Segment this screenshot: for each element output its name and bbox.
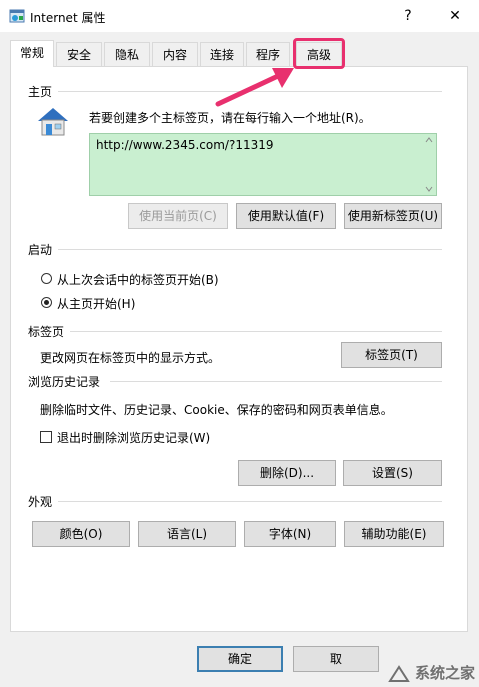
startup-home-page-label: 从主页开始(H) (57, 297, 136, 311)
startup-divider (58, 249, 442, 250)
use-current-button[interactable]: 使用当前页(C) (128, 203, 228, 229)
startup-last-session-label: 从上次会话中的标签页开始(B) (57, 273, 219, 287)
tabs-divider (70, 331, 442, 332)
watermark-logo: 系统之家 (387, 662, 475, 683)
use-default-button[interactable]: 使用默认值(F) (236, 203, 336, 229)
startup-home-page-radio[interactable] (41, 297, 52, 308)
ok-button[interactable]: 确定 (197, 646, 283, 672)
scroll-down-icon[interactable] (425, 186, 433, 192)
scroll-up-icon[interactable] (425, 137, 433, 143)
tab-general[interactable]: 常规 (10, 40, 54, 67)
history-heading: 浏览历史记录 (28, 375, 101, 389)
home-page-textarea[interactable]: http://www.2345.com/?11319 (89, 133, 437, 196)
colors-button[interactable]: 颜色(O) (32, 521, 130, 547)
tabs-description: 更改网页在标签页中的显示方式。 (40, 351, 221, 365)
tabs-button[interactable]: 标签页(T) (341, 342, 442, 368)
tab-privacy[interactable]: 隐私 (104, 42, 150, 66)
home-page-heading: 主页 (28, 85, 53, 99)
startup-heading: 启动 (28, 243, 53, 257)
delete-history-on-exit-label: 退出时删除浏览历史记录(W) (57, 431, 211, 445)
internet-options-icon (9, 9, 25, 23)
home-icon (38, 108, 68, 136)
annotation-arrow-icon (215, 68, 294, 107)
watermark-logo-icon (387, 664, 410, 682)
home-page-instruction: 若要创建多个主标签页，请在每行输入一个地址(R)。 (89, 111, 371, 125)
title-bar: Internet 属性 ? ✕ (0, 0, 479, 32)
close-button[interactable]: ✕ (435, 0, 475, 32)
tabs-heading: 标签页 (28, 325, 65, 339)
textarea-scrollbar[interactable] (422, 134, 436, 195)
use-new-tab-button[interactable]: 使用新标签页(U) (344, 203, 442, 229)
window-title: Internet 属性 (30, 11, 106, 25)
languages-button[interactable]: 语言(L) (138, 521, 236, 547)
delete-history-on-exit-checkbox[interactable] (40, 431, 52, 443)
history-description: 删除临时文件、历史记录、Cookie、保存的密码和网页表单信息。 (40, 403, 393, 417)
delete-history-button[interactable]: 删除(D)... (238, 460, 336, 486)
help-button[interactable]: ? (388, 0, 428, 32)
home-page-url: http://www.2345.com/?11319 (96, 138, 274, 152)
tab-security[interactable]: 安全 (56, 42, 102, 66)
fonts-button[interactable]: 字体(N) (244, 521, 336, 547)
cancel-button[interactable]: 取 (293, 646, 379, 672)
appearance-divider (58, 501, 442, 502)
accessibility-button[interactable]: 辅助功能(E) (344, 521, 444, 547)
watermark-text: 系统之家 (414, 664, 475, 682)
appearance-heading: 外观 (28, 495, 53, 509)
history-divider (110, 381, 442, 382)
tab-content[interactable]: 内容 (152, 42, 198, 66)
startup-last-session-radio[interactable] (41, 273, 52, 284)
history-settings-button[interactable]: 设置(S) (343, 460, 442, 486)
